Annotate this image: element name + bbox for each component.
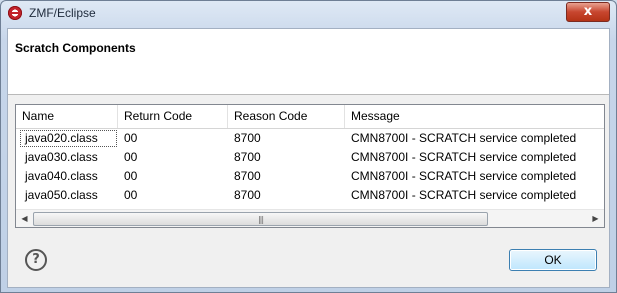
window-title: ZMF/Eclipse (29, 6, 96, 20)
cell-message: CMN8700I - SCRATCH service completed (351, 188, 577, 202)
dialog-content: Scratch Components Name Return Code Reas… (7, 28, 610, 288)
help-icon[interactable]: ? (25, 249, 47, 271)
column-header-return-code[interactable]: Return Code (118, 105, 228, 128)
scrollbar-thumb[interactable]: ||| (33, 212, 488, 226)
header-area: Scratch Components (8, 29, 609, 95)
column-header-message[interactable]: Message (345, 105, 604, 128)
table-row[interactable]: java040.class 00 8700 CMN8700I - SCRATCH… (16, 167, 604, 186)
cell-name: java030.class (25, 150, 98, 164)
cell-name: java050.class (25, 188, 98, 202)
cell-reason-code: 8700 (234, 169, 261, 183)
scroll-left-icon[interactable]: ◀ (16, 210, 33, 227)
cell-return-code: 00 (124, 131, 138, 145)
results-table: Name Return Code Reason Code Message jav… (15, 104, 605, 228)
close-button[interactable]: x (566, 2, 610, 22)
table-row[interactable]: java050.class 00 8700 CMN8700I - SCRATCH… (16, 186, 604, 205)
cell-return-code: 00 (124, 150, 138, 164)
cell-message: CMN8700I - SCRATCH service completed (351, 131, 577, 145)
table-row[interactable]: java030.class 00 8700 CMN8700I - SCRATCH… (16, 148, 604, 167)
cell-return-code: 00 (124, 188, 138, 202)
column-header-reason-code[interactable]: Reason Code (228, 105, 345, 128)
horizontal-scrollbar[interactable]: ◀ ||| ▶ (16, 209, 604, 227)
table-header: Name Return Code Reason Code Message (16, 105, 604, 129)
cell-message: CMN8700I - SCRATCH service completed (351, 169, 577, 183)
cell-reason-code: 8700 (234, 131, 261, 145)
cell-message: CMN8700I - SCRATCH service completed (351, 150, 577, 164)
close-icon: x (583, 4, 593, 19)
cell-return-code: 00 (124, 169, 138, 183)
scroll-right-icon[interactable]: ▶ (587, 210, 604, 227)
cell-reason-code: 8700 (234, 150, 261, 164)
column-header-name[interactable]: Name (16, 105, 118, 128)
ok-button[interactable]: OK (509, 249, 597, 271)
title-bar[interactable]: ZMF/Eclipse x (1, 1, 616, 27)
cell-name: java020.class (19, 129, 118, 148)
app-icon (8, 6, 22, 20)
cell-name: java040.class (25, 169, 98, 183)
table-row[interactable]: java020.class 00 8700 CMN8700I - SCRATCH… (16, 129, 604, 148)
cell-reason-code: 8700 (234, 188, 261, 202)
scrollbar-grip-icon: ||| (257, 215, 264, 224)
page-title: Scratch Components (15, 41, 136, 55)
dialog-window: ZMF/Eclipse x Scratch Components Name Re… (0, 0, 617, 293)
